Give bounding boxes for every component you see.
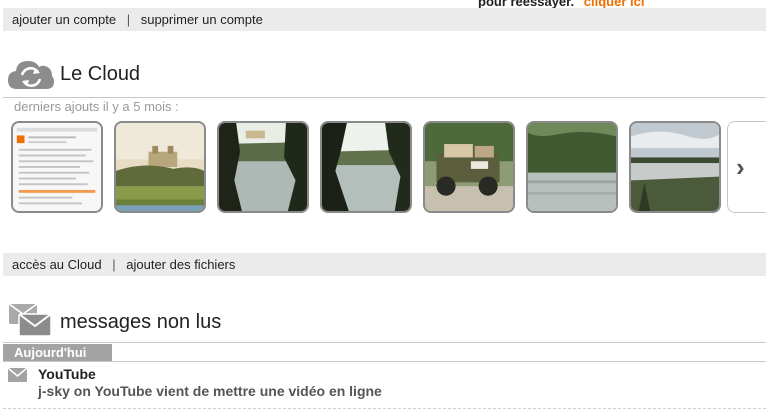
recent-additions-caption: derniers ajouts il y a 5 mois :: [14, 99, 179, 114]
cloud-title: Le Cloud: [60, 63, 141, 85]
thumbnail-river[interactable]: [526, 121, 618, 213]
cloud-section-header: Le Cloud: [3, 54, 766, 98]
message-sender: YouTube: [38, 366, 96, 382]
thumbnail-castle[interactable]: [114, 121, 206, 213]
cloud-access-link[interactable]: accès au Cloud: [12, 257, 102, 272]
separator: |: [112, 257, 116, 272]
cloud-actions-bar: accès au Cloud | ajouter des fichiers: [3, 253, 766, 276]
thumbnail-document[interactable]: [11, 121, 103, 213]
thumbnail-lake-trees[interactable]: [320, 121, 412, 213]
thumbnail-strip: ›: [11, 121, 766, 213]
message-subject: j-sky on YouTube vient de mettre une vid…: [38, 383, 382, 399]
thumbnail-lake-sky[interactable]: [629, 121, 721, 213]
retry-notice: pour réessayer. cliquer ici: [478, 0, 644, 9]
envelope-icon: [8, 368, 27, 382]
cloud-sync-icon: [8, 61, 54, 89]
messages-section-header: messages non lus: [3, 300, 766, 343]
chevron-right-icon: ›: [736, 152, 745, 182]
message-row[interactable]: YouTube j-sky on YouTube vient de mettre…: [3, 362, 766, 409]
separator: |: [126, 12, 131, 27]
add-account-link[interactable]: ajouter un compte: [12, 12, 116, 27]
remove-account-link[interactable]: supprimer un compte: [141, 12, 263, 27]
add-files-link[interactable]: ajouter des fichiers: [126, 257, 235, 272]
thumbnail-jeep[interactable]: [423, 121, 515, 213]
day-group-label: Aujourd'hui: [3, 344, 112, 361]
thumbnail-lake-trees[interactable]: [217, 121, 309, 213]
next-thumbnails-button[interactable]: ›: [727, 121, 766, 213]
mail-stack-icon: [8, 303, 52, 337]
account-bar: ajouter un compte | supprimer un compte: [3, 8, 766, 31]
messages-title: messages non lus: [60, 311, 222, 333]
